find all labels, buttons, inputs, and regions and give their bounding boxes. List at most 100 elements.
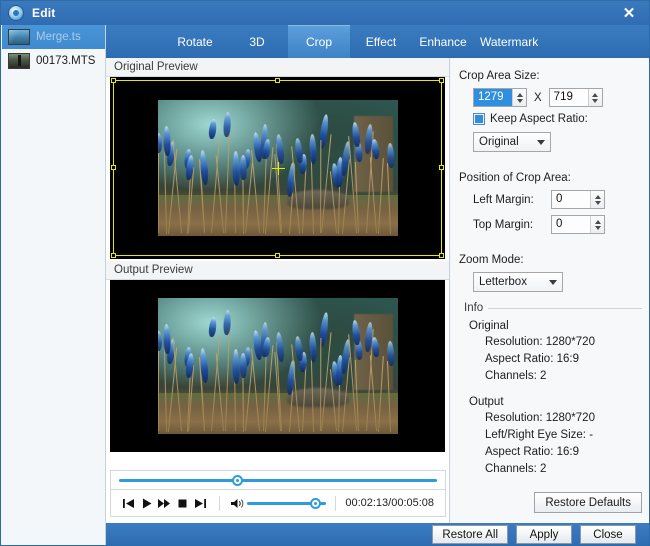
aspect-ratio-value: Original xyxy=(479,136,519,148)
crop-height-value[interactable]: 719 xyxy=(550,89,588,106)
left-margin-spin-buttons[interactable] xyxy=(590,191,604,208)
tab-crop[interactable]: Crop xyxy=(288,25,350,58)
chevron-up-icon[interactable] xyxy=(595,220,601,224)
info-legend: Info xyxy=(459,302,488,314)
tab-bar: Rotate 3D Crop Effect Enhance Watermark xyxy=(106,25,650,58)
control-divider xyxy=(335,496,336,511)
close-button[interactable]: Close xyxy=(580,525,636,544)
blue-feather xyxy=(293,335,303,361)
crop-settings-panel: Crop Area Size: 1279 X 719 xyxy=(451,58,650,523)
tab-watermark[interactable]: Watermark xyxy=(474,25,544,58)
chevron-down-icon[interactable] xyxy=(517,99,523,103)
chevron-up-icon[interactable] xyxy=(517,93,523,97)
original-video-frame xyxy=(110,77,445,259)
restore-all-button[interactable]: Restore All xyxy=(432,525,508,544)
reed-stalk xyxy=(242,373,244,432)
crop-width-spin-buttons[interactable] xyxy=(512,89,526,106)
edit-window: Edit ✕ Merge.ts 00173.MTS Rotate 3D Crop… xyxy=(0,0,650,546)
output-preview-header: Output Preview xyxy=(106,261,449,280)
chevron-down-icon[interactable] xyxy=(592,99,598,103)
list-item[interactable]: Merge.ts xyxy=(2,25,105,49)
keep-aspect-ratio-label: Keep Aspect Ratio: xyxy=(490,113,588,125)
top-margin-value[interactable]: 0 xyxy=(552,216,590,233)
reed-stalk xyxy=(320,338,322,431)
output-channels: Channels: 2 xyxy=(485,463,642,475)
aspect-ratio-select[interactable]: Original xyxy=(473,132,551,152)
chevron-down-icon[interactable] xyxy=(595,226,601,230)
blue-feather xyxy=(309,332,317,362)
keep-aspect-ratio-checkbox[interactable] xyxy=(473,113,485,125)
crop-height-spin-buttons[interactable] xyxy=(588,89,602,106)
blue-feather xyxy=(262,337,271,358)
seek-bar[interactable] xyxy=(110,470,446,490)
blue-feather xyxy=(293,137,303,163)
speaker-icon[interactable] xyxy=(229,493,247,514)
fast-forward-button[interactable] xyxy=(155,493,173,514)
playback-control-row: 00:02:13/00:05:08 xyxy=(110,490,446,517)
next-button[interactable] xyxy=(192,493,210,514)
file-list-sidebar: Merge.ts 00173.MTS xyxy=(2,25,106,523)
previous-button[interactable] xyxy=(119,493,137,514)
output-preview-stage xyxy=(110,280,445,452)
tab-bar-spacer xyxy=(106,25,164,58)
restore-defaults-button[interactable]: Restore Defaults xyxy=(534,492,642,513)
seek-track xyxy=(119,479,437,482)
output-resolution: Resolution: 1280*720 xyxy=(485,412,642,424)
play-button[interactable] xyxy=(137,493,155,514)
reed-stalk xyxy=(158,344,159,431)
chevron-up-icon[interactable] xyxy=(595,195,601,199)
time-display: 00:02:13/00:05:08 xyxy=(345,497,437,509)
volume-handle[interactable] xyxy=(310,498,321,509)
crop-height-stepper[interactable]: 719 xyxy=(549,88,603,107)
blue-feather xyxy=(158,133,162,153)
tab-effect[interactable]: Effect xyxy=(350,25,412,58)
zoom-mode-select[interactable]: Letterbox xyxy=(473,272,563,292)
tab-enhance[interactable]: Enhance xyxy=(412,25,474,58)
chevron-up-icon[interactable] xyxy=(592,93,598,97)
top-margin-spin-buttons[interactable] xyxy=(590,216,604,233)
stop-button[interactable] xyxy=(174,493,192,514)
chevron-down-icon xyxy=(537,140,545,145)
video-image xyxy=(158,100,398,236)
seek-handle[interactable] xyxy=(232,475,243,486)
bottom-bar-sidebar-fill xyxy=(2,523,106,546)
volume-slider[interactable] xyxy=(247,493,327,513)
original-channels: Channels: 2 xyxy=(485,370,642,382)
zoom-mode-label: Zoom Mode: xyxy=(459,254,650,266)
blue-feather xyxy=(162,125,170,155)
crop-width-stepper[interactable]: 1279 xyxy=(473,88,527,107)
title-bar: Edit ✕ xyxy=(1,1,650,25)
check-icon xyxy=(475,115,483,123)
blue-feather xyxy=(309,134,317,164)
globe-icon xyxy=(8,5,24,21)
left-margin-label: Left Margin: xyxy=(473,194,551,206)
crop-size-row: 1279 X 719 xyxy=(473,88,650,107)
blue-feather xyxy=(208,119,217,140)
output-aspect-ratio: Aspect Ratio: 16:9 xyxy=(485,446,642,458)
chevron-down-icon[interactable] xyxy=(595,201,601,205)
tab-3d[interactable]: 3D xyxy=(226,25,288,58)
list-item-label: Merge.ts xyxy=(36,31,81,43)
top-margin-label: Top Margin: xyxy=(473,219,551,231)
window-title: Edit xyxy=(32,6,55,20)
top-margin-stepper[interactable]: 0 xyxy=(551,215,605,234)
original-preview-header: Original Preview xyxy=(106,58,449,77)
blue-feather xyxy=(386,143,395,168)
size-separator: X xyxy=(534,92,542,104)
crop-width-value[interactable]: 1279 xyxy=(474,89,512,106)
list-item[interactable]: 00173.MTS xyxy=(2,49,105,73)
original-preview-stage[interactable] xyxy=(110,77,445,259)
blue-feather xyxy=(208,317,217,338)
tab-rotate[interactable]: Rotate xyxy=(164,25,226,58)
keep-aspect-ratio-row[interactable]: Keep Aspect Ratio: xyxy=(473,113,650,125)
chevron-down-icon xyxy=(549,280,557,285)
left-margin-value[interactable]: 0 xyxy=(552,191,590,208)
crop-area-size-label: Crop Area Size: xyxy=(459,70,650,82)
close-icon[interactable]: ✕ xyxy=(607,1,650,25)
apply-button[interactable]: Apply xyxy=(516,525,572,544)
original-aspect-ratio: Aspect Ratio: 16:9 xyxy=(485,353,642,365)
left-margin-stepper[interactable]: 0 xyxy=(551,190,605,209)
top-margin-row: Top Margin: 0 xyxy=(473,215,650,234)
output-info-heading: Output xyxy=(469,396,642,408)
blue-feather xyxy=(262,139,271,160)
